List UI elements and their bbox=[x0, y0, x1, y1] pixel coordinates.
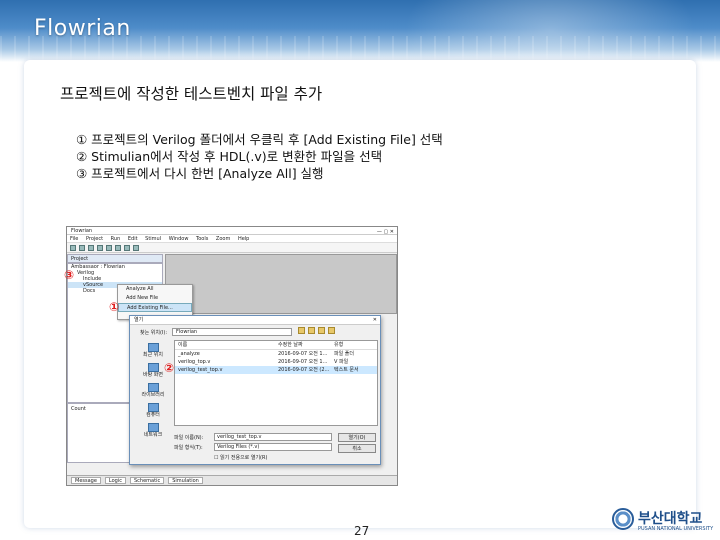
dialog-nav bbox=[298, 327, 335, 334]
menu-file[interactable]: File bbox=[70, 236, 78, 242]
copy-icon[interactable] bbox=[106, 244, 112, 251]
tab-simulation[interactable]: Simulation bbox=[168, 477, 203, 484]
run-icon[interactable] bbox=[124, 244, 130, 251]
menu-stimul[interactable]: Stimul bbox=[145, 236, 161, 242]
step-list: ① 프로젝트의 Verilog 폴더에서 우클릭 후 [Add Existing… bbox=[76, 131, 443, 182]
menu-window[interactable]: Window bbox=[169, 236, 189, 242]
filename-label: 파일 이름(N): bbox=[174, 435, 204, 441]
menubar: File Project Run Edit Stimul Window Tool… bbox=[67, 235, 397, 243]
new-folder-icon[interactable] bbox=[318, 327, 325, 334]
tab-message[interactable]: Message bbox=[71, 477, 101, 484]
file-row[interactable]: _analyze 2016-09-07 오전 1... 파일 폴더 bbox=[175, 350, 377, 358]
university-name: 부산대학교 bbox=[638, 511, 703, 527]
open-file-dialog: 열기 ✕ 찾는 위치(I): Flowrian 최근 위치 바탕 화면 라이브러… bbox=[129, 315, 381, 465]
file-date: 2016-09-07 오전 (2... bbox=[278, 367, 330, 373]
menu-zoom[interactable]: Zoom bbox=[216, 236, 230, 242]
file-name: _analyze bbox=[178, 351, 200, 357]
project-tab[interactable]: Project bbox=[67, 254, 163, 263]
menu-run[interactable]: Run bbox=[111, 236, 121, 242]
cut-icon[interactable] bbox=[97, 244, 103, 251]
step-2: ② Stimulian에서 작성 후 HDL(.v)로 변환한 파일을 선택 bbox=[76, 149, 383, 164]
menu-edit[interactable]: Edit bbox=[128, 236, 138, 242]
view-menu-icon[interactable] bbox=[328, 327, 335, 334]
place-computer[interactable]: 컴퓨터 bbox=[136, 402, 170, 422]
menu-help[interactable]: Help bbox=[238, 236, 249, 242]
toolbar bbox=[67, 243, 397, 253]
header-title: Flowrian bbox=[34, 16, 131, 41]
file-row-selected[interactable]: verilog_test_top.v 2016-09-07 오전 (2... 텍… bbox=[175, 366, 377, 374]
step-1: ① 프로젝트의 Verilog 폴더에서 우클릭 후 [Add Existing… bbox=[76, 132, 443, 147]
stop-icon[interactable] bbox=[133, 244, 139, 251]
save-icon[interactable] bbox=[88, 244, 94, 251]
filetype-label: 파일 형식(T): bbox=[174, 445, 203, 451]
file-name: verilog_test_top.v bbox=[178, 367, 223, 373]
file-list-header: 이름 수정한 날짜 유형 bbox=[175, 341, 377, 350]
menu-item-add-existing-file[interactable]: Add Existing File... bbox=[118, 303, 192, 312]
window-titlebar: Flowrian — ▢ ✕ bbox=[67, 227, 397, 235]
marker-2: ② bbox=[164, 361, 175, 375]
look-in-select[interactable]: Flowrian bbox=[172, 328, 292, 336]
status-tabs: Message Logic Schematic Simulation bbox=[67, 475, 397, 485]
file-type: V 파일 bbox=[334, 359, 349, 365]
new-icon[interactable] bbox=[70, 244, 76, 251]
workspace-pane bbox=[165, 254, 397, 314]
up-folder-icon[interactable] bbox=[308, 327, 315, 334]
university-name-en: PUSAN NATIONAL UNIVERSITY bbox=[638, 526, 714, 532]
file-list: 이름 수정한 날짜 유형 _analyze 2016-09-07 오전 1...… bbox=[174, 340, 378, 426]
window-title: Flowrian bbox=[71, 228, 93, 234]
marker-1: ① bbox=[109, 300, 120, 314]
cancel-button[interactable]: 취소 bbox=[338, 444, 376, 453]
open-icon[interactable] bbox=[79, 244, 85, 251]
flowrian-screenshot: Flowrian — ▢ ✕ File Project Run Edit Sti… bbox=[66, 226, 398, 486]
close-icon[interactable]: ✕ bbox=[373, 317, 377, 323]
slide-subtitle: 프로젝트에 작성한 테스트벤치 파일 추가 bbox=[60, 85, 323, 103]
menu-item-analyze-all[interactable]: Analyze All bbox=[118, 285, 192, 294]
place-recent[interactable]: 최근 위치 bbox=[136, 342, 170, 362]
place-network[interactable]: 네트워크 bbox=[136, 422, 170, 442]
slide-header: Flowrian bbox=[0, 0, 720, 62]
file-type: 파일 폴더 bbox=[334, 351, 354, 357]
menu-tools[interactable]: Tools bbox=[196, 236, 208, 242]
window-controls-icon[interactable]: — ▢ ✕ bbox=[377, 228, 394, 236]
menu-project[interactable]: Project bbox=[86, 236, 103, 242]
tab-schematic[interactable]: Schematic bbox=[130, 477, 165, 484]
file-row[interactable]: verilog_top.v 2016-09-07 오전 1... V 파일 bbox=[175, 358, 377, 366]
readonly-label: 읽기 전용으로 열기(R) bbox=[220, 455, 268, 461]
file-type: 텍스트 문서 bbox=[334, 367, 359, 373]
marker-3: ③ bbox=[64, 268, 75, 282]
look-in-label: 찾는 위치(I): bbox=[140, 330, 168, 336]
filename-input[interactable]: verilog_test_top.v bbox=[214, 433, 332, 441]
university-logo: 부산대학교 PUSAN NATIONAL UNIVERSITY bbox=[612, 508, 716, 536]
column-name[interactable]: 이름 bbox=[178, 341, 278, 349]
open-button[interactable]: 열기(O) bbox=[338, 433, 376, 442]
back-icon[interactable] bbox=[298, 327, 305, 334]
column-date[interactable]: 수정한 날짜 bbox=[278, 341, 334, 349]
menu-item-add-new-file[interactable]: Add New File bbox=[118, 294, 192, 303]
page-number: 27 bbox=[354, 524, 370, 538]
file-date: 2016-09-07 오전 1... bbox=[278, 359, 328, 365]
university-emblem-icon bbox=[612, 508, 634, 530]
filetype-select[interactable]: Verilog Files (*.v) bbox=[214, 443, 332, 451]
column-type[interactable]: 유형 bbox=[334, 341, 374, 349]
places-bar: 최근 위치 바탕 화면 라이브러리 컴퓨터 네트워크 bbox=[136, 342, 170, 452]
place-libraries[interactable]: 라이브러리 bbox=[136, 382, 170, 402]
paste-icon[interactable] bbox=[115, 244, 121, 251]
tab-logic[interactable]: Logic bbox=[104, 477, 126, 484]
readonly-checkbox[interactable]: ☐ 읽기 전용으로 열기(R) bbox=[214, 454, 267, 461]
dialog-title: 열기 bbox=[130, 316, 380, 325]
file-name: verilog_top.v bbox=[178, 359, 211, 365]
step-3: ③ 프로젝트에서 다시 한번 [Analyze All] 실행 bbox=[76, 166, 324, 181]
file-date: 2016-09-07 오전 1... bbox=[278, 351, 328, 357]
